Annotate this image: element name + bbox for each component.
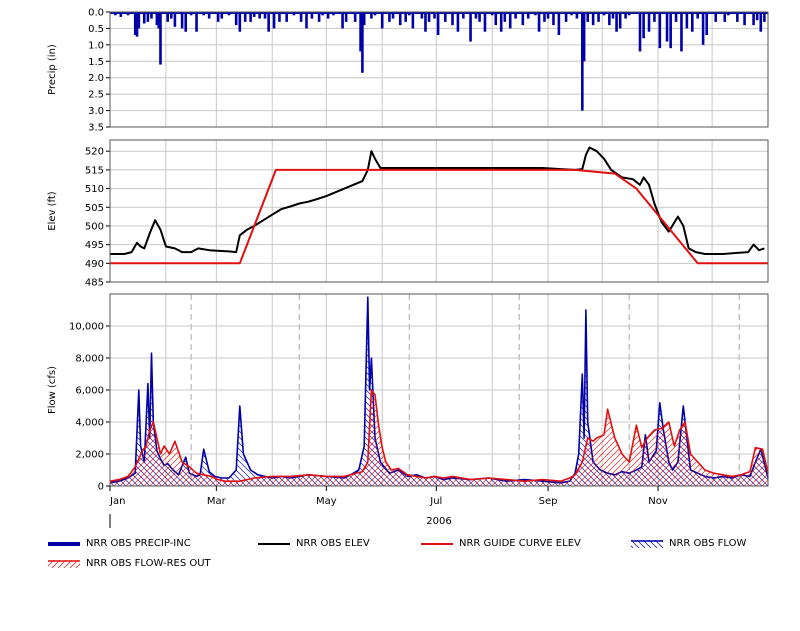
precip-bar: [272, 12, 276, 29]
y-tick-label: 1.5: [88, 57, 104, 68]
precip-bar: [615, 12, 618, 32]
panel-frame: [109, 139, 769, 283]
y-tick-label: 2.0: [88, 73, 104, 84]
precip-bar: [180, 12, 184, 29]
x-tick-label: May: [316, 496, 337, 507]
legend: NRR OBS PRECIP-INC NRR OBS ELEV NRR GUID…: [0, 534, 800, 584]
precip-bar: [680, 12, 683, 52]
precip-bar: [508, 12, 512, 29]
legend-item-precip: NRR OBS PRECIP-INC: [48, 538, 191, 549]
precip-bar: [238, 12, 242, 32]
precip-bar: [137, 12, 141, 29]
legend-label: NRR OBS FLOW: [669, 538, 747, 549]
precip-bar: [456, 12, 460, 32]
precip-bar: [411, 12, 415, 29]
y-tick-label: 2.5: [88, 90, 104, 101]
data-layer: [109, 12, 769, 486]
precip-bar: [638, 12, 642, 52]
y-tick-label: 3.5: [88, 123, 104, 134]
x-tick-label: Sep: [539, 496, 558, 507]
x-axis-label: 2006: [426, 516, 451, 527]
chart-svg: 0.0 0.5 1.0 1.5 2.0 2.5 3.0 3.5 Precip (in) 485 49…: [47, 8, 769, 528]
y-tick-label: 4,000: [75, 418, 104, 429]
precip-bar: [341, 12, 344, 29]
precip-bar: [685, 12, 689, 29]
legend-swatch-thick-blue: [48, 541, 80, 546]
y-axis-label: Elev (ft): [47, 191, 58, 231]
x-tick-label: Nov: [648, 496, 668, 507]
y-axis-label: Flow (cfs): [47, 366, 58, 414]
x-tick-label: Jul: [429, 496, 442, 507]
legend-item-guide-curve: NRR GUIDE CURVE ELEV: [421, 538, 581, 549]
precip-bar: [469, 12, 472, 42]
y-tick-label: 515: [85, 165, 104, 176]
precip-bar: [705, 12, 709, 35]
precip-bar: [690, 12, 694, 32]
y-tick-label: 2,000: [75, 450, 104, 461]
precip-bar: [658, 12, 662, 49]
precip-bar: [582, 12, 586, 62]
legend-label: NRR OBS ELEV: [296, 538, 370, 549]
legend-item-elev: NRR OBS ELEV: [258, 538, 370, 549]
y-tick-label: 485: [85, 278, 104, 289]
y-tick-label: 8,000: [75, 354, 104, 365]
precip-bar: [647, 12, 651, 32]
x-tick-label: Jan: [109, 496, 125, 507]
series-line: [110, 146, 765, 255]
precip-bar: [305, 12, 308, 29]
legend-swatch-red: [421, 542, 453, 545]
grid-layer: [110, 11, 768, 487]
y-tick-label: 500: [85, 221, 104, 232]
x-tick-label: Mar: [207, 496, 227, 507]
y-axis-label: Precip (in): [47, 44, 58, 95]
precip-bar: [184, 12, 188, 32]
legend-item-flow: NRR OBS FLOW: [631, 538, 746, 549]
precip-bar: [557, 12, 561, 35]
precip-bar: [759, 12, 763, 32]
legend-swatch-hatch-red: [48, 559, 80, 568]
precip-bar: [642, 12, 645, 39]
hydrograph-chart: 0.0 0.5 1.0 1.5 2.0 2.5 3.0 3.5 Precip (in) 485 49…: [0, 0, 800, 627]
precip-bar: [267, 12, 270, 32]
legend-label: NRR OBS FLOW-RES OUT: [86, 558, 211, 569]
precip-bar: [669, 12, 672, 49]
precip-bar: [173, 12, 177, 27]
precip-bar: [195, 12, 198, 32]
y-tick-label: 510: [85, 184, 104, 195]
y-tick-label: 0.5: [88, 24, 104, 35]
legend-item-res-out: NRR OBS FLOW-RES OUT: [48, 558, 211, 569]
precip-bar: [159, 12, 162, 65]
y-tick-label: 1.0: [88, 40, 104, 51]
legend-swatch-hatch-blue: [631, 539, 663, 548]
legend-swatch-black: [258, 542, 290, 545]
precip-bar: [424, 12, 427, 32]
y-tick-label: 6,000: [75, 386, 104, 397]
precip-bar: [665, 12, 669, 42]
y-tick-label: 505: [85, 203, 104, 214]
y-tick-label: 0.0: [88, 8, 104, 19]
precip-bar: [537, 12, 541, 32]
precip-bar: [436, 12, 440, 35]
precip-bar: [380, 12, 384, 29]
precip-bar: [499, 12, 503, 32]
legend-label: NRR OBS PRECIP-INC: [86, 538, 191, 549]
y-tick-label: 495: [85, 240, 104, 251]
y-tick-label: 520: [85, 147, 104, 158]
precip-bar: [483, 12, 487, 32]
y-tick-label: 0: [98, 482, 104, 493]
y-tick-label: 490: [85, 259, 104, 270]
y-tick-label: 3.0: [88, 106, 104, 117]
precip-bar: [618, 12, 622, 29]
legend-label: NRR GUIDE CURVE ELEV: [459, 538, 581, 549]
y-tick-label: 10,000: [69, 322, 104, 333]
precip-bar: [701, 12, 705, 45]
